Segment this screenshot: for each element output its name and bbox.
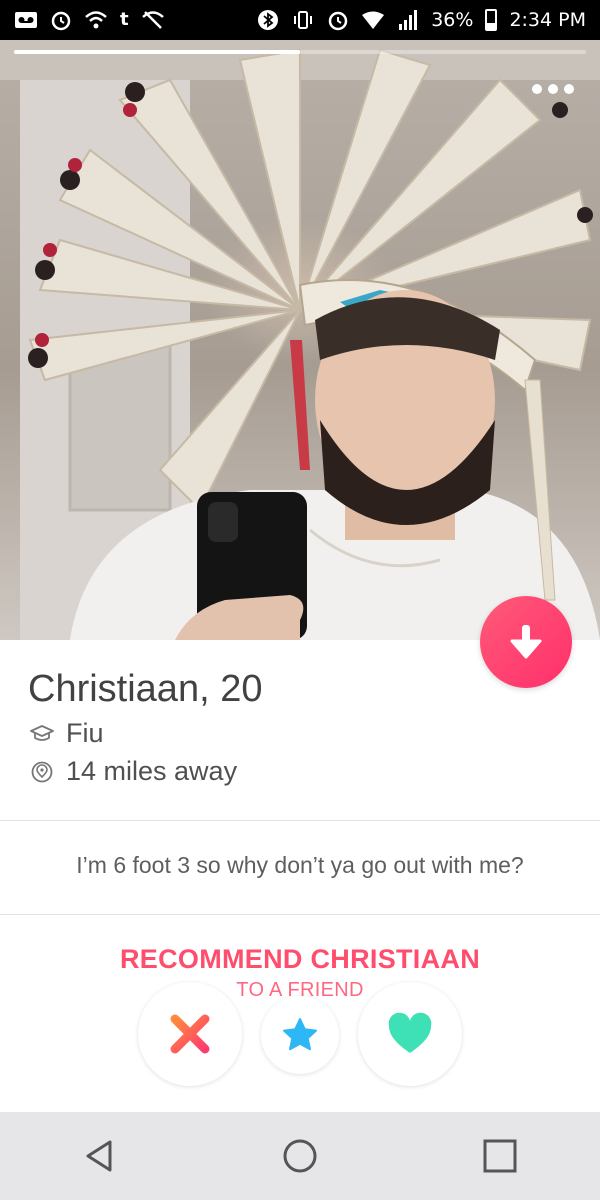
distance-text: 14 miles away (66, 756, 238, 786)
battery-icon (485, 9, 498, 31)
profile-name-age: Christiaan, 20 (28, 668, 263, 710)
back-icon[interactable] (80, 1136, 120, 1176)
star-icon (283, 1018, 317, 1051)
clock: 2:34 PM (509, 9, 586, 31)
collapse-profile-button[interactable] (480, 596, 572, 688)
alarm-icon (51, 11, 71, 31)
vibrate-icon (294, 11, 313, 29)
location-pin-icon (31, 761, 53, 782)
status-bar-right: 36% 2:34 PM (257, 9, 586, 31)
photo-progress-fill (14, 50, 300, 54)
more-dot-icon (564, 84, 574, 94)
more-dot-icon (548, 84, 558, 94)
divider (0, 914, 600, 915)
nope-button[interactable] (138, 982, 242, 1086)
wifi-calling-icon (85, 11, 107, 29)
recommend-line-1: RECOMMEND CHRISTIAAN (120, 944, 480, 974)
graduation-cap-icon (30, 724, 54, 741)
distance-row: 14 miles away (30, 756, 237, 787)
cell-signal-icon (399, 10, 418, 30)
x-icon (170, 1014, 210, 1054)
super-like-button[interactable] (261, 996, 339, 1074)
school-text: Fiu (66, 718, 104, 748)
recommend-to-friend-link[interactable]: RECOMMEND CHRISTIAAN TO A FRIEND (0, 944, 600, 1002)
wifi-icon (362, 11, 385, 29)
heart-icon (388, 1012, 432, 1053)
status-bar: t 36% 2:34 PM (0, 0, 600, 40)
voicemail-icon (15, 12, 37, 28)
photo-illustration (0, 40, 600, 640)
divider (0, 820, 600, 821)
system-nav-bar (0, 1112, 600, 1200)
bluetooth-icon (258, 10, 279, 30)
alarm-icon (328, 11, 348, 31)
photo-progress-track (14, 50, 586, 54)
profile-bio: I’m 6 foot 3 so why don’t ya go out with… (76, 852, 524, 878)
tumblr-icon: t (120, 9, 129, 30)
school-row: Fiu (30, 718, 104, 749)
recents-icon[interactable] (480, 1136, 520, 1176)
like-button[interactable] (358, 982, 462, 1086)
status-bar-left: t (14, 9, 165, 31)
home-icon[interactable] (280, 1136, 320, 1176)
battery-percent: 36% (431, 9, 474, 31)
profile-photo[interactable] (0, 40, 600, 640)
more-dot-icon (532, 84, 542, 94)
arrow-down-icon (510, 625, 542, 659)
more-options-button[interactable] (532, 84, 574, 94)
no-signal-icon (141, 11, 164, 29)
